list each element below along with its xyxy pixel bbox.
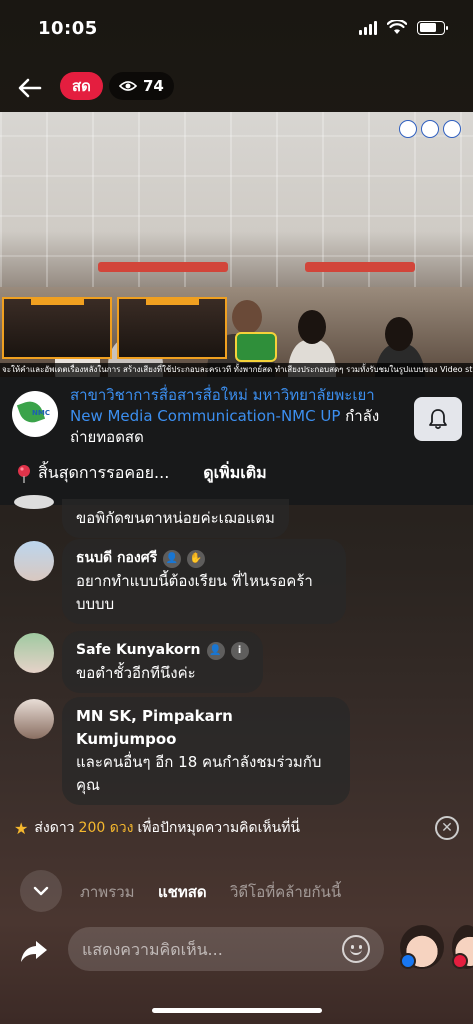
event-status-text: สิ้นสุดการรอคอย... [38, 463, 170, 482]
like-reaction-icon [400, 953, 416, 969]
viewers-bubble: MN SK, Pimpakarn Kumjumpoo และคนอื่นๆ อี… [62, 697, 350, 805]
notification-bell-button[interactable] [414, 397, 462, 441]
send-stars-banner[interactable]: ★ ส่งดาว 200 ดวง เพื่อปักหมุดความคิดเห็น… [14, 814, 459, 842]
page-info-text: สาขาวิชาการสื่อสารสื่อใหม่ มหาวิทยาลัยพะ… [70, 385, 400, 448]
star-count: 200 ดวง [78, 820, 134, 836]
video-ticker: จะให้คำและอัพเดตเรื่องหลังในการ สร้างเสี… [0, 363, 473, 377]
close-icon: ✕ [441, 820, 453, 836]
tab-live-chat[interactable]: แชทสด [158, 880, 207, 904]
live-top-bar: สด 74 [0, 68, 473, 106]
cellular-signal-icon [359, 20, 377, 35]
avatar[interactable] [14, 699, 54, 739]
avatar[interactable] [14, 541, 54, 581]
stars-icon: ★ [14, 818, 29, 838]
page-avatar[interactable]: NMC [12, 391, 58, 437]
comment-composer [0, 925, 473, 977]
close-banner-button[interactable]: ✕ [435, 816, 459, 840]
viewer-count: 74 [143, 77, 164, 95]
comment-input[interactable] [68, 927, 384, 971]
viewer-count-badge: 74 [109, 72, 174, 100]
viewers-text: และคนอื่นๆ อีก 18 คนกำลังชมร่วมกับคุณ [76, 753, 322, 794]
comment-bubble: ธนบดี กองศรี 👤 ✋ อยากทำแบบนี้ต้องเรียน ท… [62, 539, 346, 624]
show-logo [235, 332, 277, 362]
home-indicator [152, 1008, 322, 1013]
video-inset-left [2, 297, 112, 359]
pin-icon [18, 464, 30, 483]
bell-icon [429, 409, 447, 430]
comment-bubble: ขอพิกัดขนตาหน่อยค่ะเฌอแตม [62, 499, 289, 538]
live-video-player[interactable]: จะให้คำและอัพเดตเรื่องหลังในการ สร้างเสี… [0, 112, 473, 377]
battery-icon [417, 20, 448, 35]
tab-similar-videos[interactable]: วิดีโอที่คล้ายกันนี้ [230, 880, 341, 904]
comment-text: ขอพิกัดขนตาหน่อยค่ะเฌอแตม [76, 509, 275, 527]
status-icons [359, 20, 448, 35]
event-status-line: สิ้นสุดการรอคอย... ดูเพิ่มเติม [16, 461, 267, 486]
follower-badge-icon: 👤 [163, 549, 182, 568]
eye-icon [119, 81, 137, 91]
tab-overview[interactable]: ภาพรวม [80, 880, 135, 904]
comment-bubble: Safe Kunyakorn 👤 i ขอตำชั้วอีกทีนึงค่ะ [62, 631, 263, 693]
comment-text: ขอตำชั้วอีกทีนึงค่ะ [76, 664, 196, 682]
page-info-panel: NMC สาขาวิชาการสื่อสารสื่อใหม่ มหาวิทยาล… [0, 377, 473, 505]
back-arrow-icon[interactable] [16, 74, 44, 102]
collapse-button[interactable] [20, 870, 62, 912]
chevron-down-icon [33, 886, 49, 896]
see-more-link[interactable]: ดูเพิ่มเติม [203, 461, 266, 486]
avatar[interactable] [14, 633, 54, 673]
share-icon[interactable] [18, 935, 50, 967]
commenter-name[interactable]: Safe Kunyakorn [76, 639, 201, 662]
page-name-link[interactable]: สาขาวิชาการสื่อสารสื่อใหม่ มหาวิทยาลัยพะ… [70, 386, 375, 425]
bottom-tabs: ภาพรวม แชทสด วิดีโอที่คล้ายกันนี้ [0, 868, 473, 914]
status-time: 10:05 [38, 18, 98, 39]
avatar[interactable] [14, 495, 54, 509]
info-badge-icon: i [230, 641, 249, 660]
love-reaction-icon [452, 953, 468, 969]
video-inset-right [117, 297, 227, 359]
status-bar: 10:05 [0, 0, 473, 60]
sponsor-logos [399, 120, 461, 138]
comment-list[interactable]: ขอพิกัดขนตาหน่อยค่ะเฌอแตม ธนบดี กองศรี 👤… [0, 495, 473, 805]
commenter-name[interactable]: ธนบดี กองศรี [76, 547, 157, 570]
emoji-icon[interactable] [342, 935, 370, 963]
follower-badge-icon: 👤 [206, 641, 225, 660]
wifi-icon [387, 20, 407, 34]
live-badge: สด [60, 72, 103, 100]
viewers-names: MN SK, Pimpakarn Kumjumpoo [76, 707, 233, 748]
comment-text: อยากทำแบบนี้ต้องเรียน ที่ไหนรอคร้าบบบบ [76, 572, 313, 613]
wave-badge-icon: ✋ [187, 549, 206, 568]
